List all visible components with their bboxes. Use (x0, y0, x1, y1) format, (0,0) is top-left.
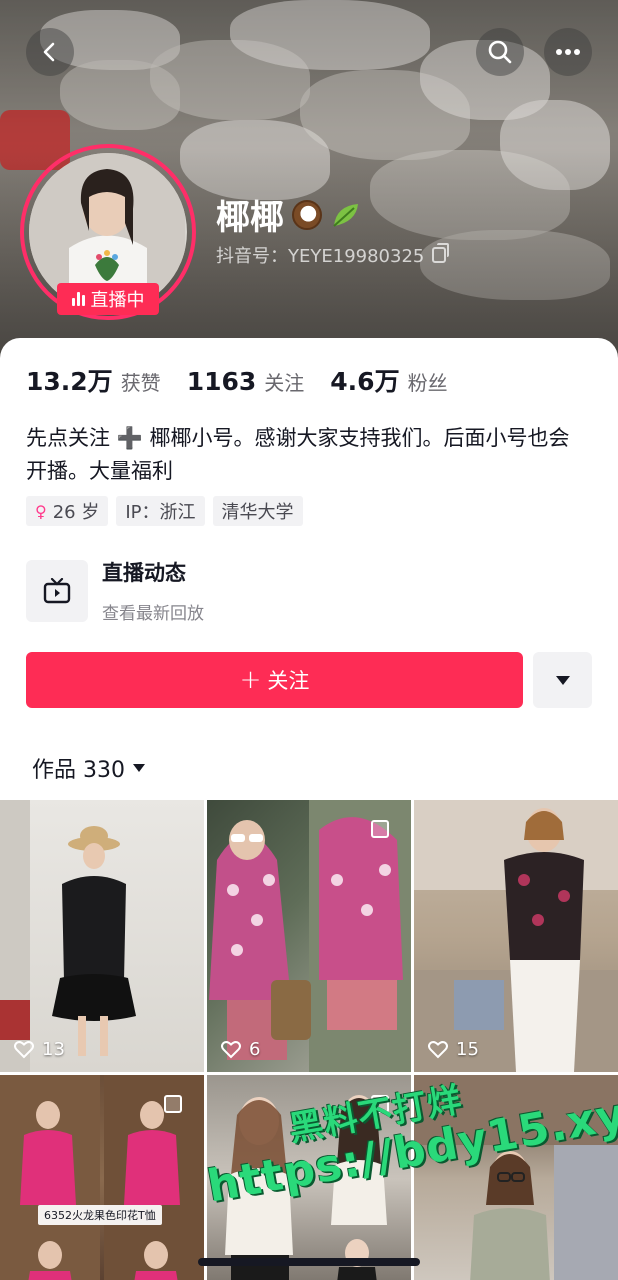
tv-icon (43, 577, 71, 603)
tag-text: IP：浙江 (125, 502, 196, 523)
back-button[interactable] (26, 28, 74, 76)
copy-icon[interactable] (432, 243, 450, 263)
search-button[interactable] (476, 28, 524, 76)
live-entry-text: 直播动态 查看最新回放 (102, 557, 204, 624)
live-entry-subtitle: 查看最新回放 (102, 604, 204, 624)
leaf-icon (333, 203, 358, 227)
like-count: 6 (221, 1039, 260, 1060)
like-count: 13 (14, 1039, 65, 1060)
stat-label: 关注 (264, 371, 305, 395)
like-count-text: 13 (42, 1039, 65, 1060)
tag-age: ♀ 26 岁 (26, 496, 109, 526)
live-bars-icon (71, 292, 85, 306)
multi-image-icon (164, 1095, 182, 1113)
works-label: 作品 330 (32, 758, 125, 783)
coconut-icon (292, 199, 322, 230)
profile-name-text: 椰椰 (216, 198, 284, 238)
video-grid: 13 6 15 6352火龙果色印花T恤 (0, 800, 618, 1280)
tab-works[interactable]: 作品 330 (32, 752, 145, 784)
caret-down-icon (133, 764, 145, 772)
like-count: 15 (428, 1039, 479, 1060)
more-button[interactable] (544, 28, 592, 76)
tag-ip: IP：浙江 (116, 496, 205, 526)
video-thumbnail[interactable]: 6 (207, 800, 411, 1072)
stat-following[interactable]: 1163 关注 (187, 367, 305, 396)
follow-label: 关注 (267, 669, 310, 693)
multi-image-icon (371, 820, 389, 838)
follow-button[interactable]: + 关注 (26, 652, 523, 708)
stat-number: 4.6万 (330, 367, 400, 396)
stat-number: 1163 (186, 367, 257, 396)
video-thumbnail[interactable]: 13 (0, 800, 204, 1072)
stat-number: 13.2万 (26, 367, 113, 396)
douyin-id[interactable]: 抖音号：YEYE19980325 (216, 242, 450, 268)
stat-likes[interactable]: 13.2万 获赞 (26, 362, 161, 398)
profile-cover: 直播中 椰椰 抖音号：YEYE19980325 (0, 0, 618, 372)
live-badge[interactable]: 直播中 (57, 283, 159, 315)
tag-school[interactable]: 清华大学 (212, 496, 303, 526)
stat-label: 粉丝 (407, 371, 448, 395)
douyin-id-text: 抖音号：YEYE19980325 (216, 246, 425, 267)
thumb-image (414, 800, 618, 1072)
heart-outline-icon (428, 1040, 448, 1058)
stats-row: 13.2万 获赞 1163 关注 4.6万 粉丝 (26, 362, 448, 398)
thumb-caption: 6352火龙果色印花T恤 (38, 1205, 162, 1225)
chevron-left-icon (43, 42, 55, 62)
like-count-text: 6 (249, 1039, 261, 1060)
stat-label: 获赞 (120, 371, 161, 395)
thumb-image (209, 800, 411, 1072)
plus-icon: + (239, 665, 262, 695)
thumb-image (0, 800, 136, 1072)
caret-down-icon (555, 675, 570, 685)
like-count-text: 15 (456, 1039, 479, 1060)
heart-outline-icon (221, 1040, 241, 1058)
tv-icon-box (26, 559, 88, 622)
recommend-dropdown-button[interactable] (533, 652, 592, 708)
tag-text: 26 岁 (52, 502, 100, 523)
home-indicator[interactable] (198, 1258, 420, 1266)
live-replay-entry[interactable]: 直播动态 查看最新回放 (26, 557, 204, 624)
heart-outline-icon (14, 1040, 34, 1058)
video-thumbnail[interactable]: 15 (414, 800, 618, 1072)
profile-bio: 先点关注 ➕ 椰椰小号。感谢大家支持我们。后面小号也会开播。大量福利 (26, 426, 570, 483)
search-icon (488, 40, 512, 64)
stat-followers[interactable]: 4.6万 粉丝 (330, 362, 447, 398)
profile-tags: ♀ 26 岁 IP：浙江 清华大学 (26, 496, 303, 526)
video-thumbnail[interactable]: 6352火龙果色印花T恤 (0, 1075, 204, 1280)
tag-text: 清华大学 (221, 502, 294, 523)
female-icon: ♀ (35, 501, 47, 521)
live-entry-title: 直播动态 (102, 561, 186, 585)
profile-name: 椰椰 (216, 190, 362, 239)
live-label: 直播中 (90, 290, 145, 311)
more-horizontal-icon (556, 49, 580, 55)
